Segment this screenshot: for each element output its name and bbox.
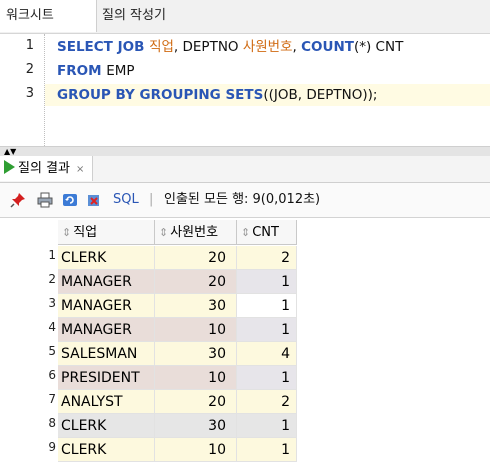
cell-job[interactable]: CLERK [58, 438, 155, 462]
line-number: 1 [25, 38, 34, 53]
sql-keyword: GROUP BY GROUPING SETS [57, 87, 264, 103]
fetch-status: 인출된 모든 행: 9(0,012초) [164, 192, 321, 207]
sql-editor[interactable]: 1 2 3 SELECT JOB 직업, DEPTNO 사원번호, COUNT(… [0, 34, 490, 146]
cell-cnt[interactable]: 4 [237, 342, 297, 366]
cell-cnt[interactable]: 1 [237, 294, 297, 318]
sort-icon[interactable]: ⇕ [159, 226, 168, 239]
code-line-2[interactable]: FROM EMP [57, 60, 135, 82]
row-number[interactable]: 9 [0, 438, 56, 462]
cell-job[interactable]: MANAGER [58, 270, 155, 294]
cell-deptno[interactable]: 10 [155, 318, 237, 342]
sql-text: EMP [106, 63, 135, 79]
toolbar-separator: | [149, 192, 154, 207]
table-row[interactable]: 2 MANAGER 20 1 [0, 270, 300, 294]
result-grid[interactable]: ⇕ 직업 ⇕ 사원번호 ⇕ CNT 1 CLERK 20 2 2 MANAGER 20 1 3 MANA… [0, 220, 490, 470]
sql-keyword: SELECT JOB [57, 39, 150, 55]
sql-keyword: FROM [57, 63, 107, 79]
cell-cnt[interactable]: 1 [237, 366, 297, 390]
code-line-1[interactable]: SELECT JOB 직업, DEPTNO 사원번호, COUNT(*) CNT [57, 36, 403, 58]
cell-job[interactable]: CLERK [58, 414, 155, 438]
result-tab-bar: 질의 결과 × [0, 156, 490, 183]
row-number[interactable]: 2 [0, 270, 56, 294]
sort-icon[interactable]: ⇕ [241, 226, 250, 239]
cell-cnt[interactable]: 1 [237, 438, 297, 462]
cell-deptno[interactable]: 30 [155, 294, 237, 318]
table-row[interactable]: 5 SALESMAN 30 4 [0, 342, 300, 366]
column-header-label: 직업 [73, 225, 98, 240]
row-number[interactable]: 6 [0, 366, 56, 390]
table-row[interactable]: 6 PRESIDENT 10 1 [0, 366, 300, 390]
splitter-arrows-icon[interactable]: ▲▼ [4, 147, 16, 156]
row-number[interactable]: 8 [0, 414, 56, 438]
cell-job[interactable]: SALESMAN [58, 342, 155, 366]
cell-deptno[interactable]: 20 [155, 270, 237, 294]
cell-cnt[interactable]: 2 [237, 390, 297, 414]
cell-cnt[interactable]: 1 [237, 270, 297, 294]
pin-icon[interactable] [10, 192, 26, 208]
row-number[interactable]: 4 [0, 318, 56, 342]
row-number[interactable]: 3 [0, 294, 56, 318]
sql-alias: 직업 [149, 39, 174, 55]
sort-icon[interactable]: ⇕ [62, 226, 71, 239]
sql-text: , [292, 39, 302, 55]
sql-text: ((JOB, DEPTNO)); [263, 87, 378, 103]
line-number: 3 [25, 86, 34, 101]
editor-tab-bar: 워크시트 질의 작성기 [0, 0, 490, 34]
cell-job[interactable]: MANAGER [58, 294, 155, 318]
tab-query-result[interactable]: 질의 결과 × [0, 156, 94, 181]
line-number-gutter: 1 2 3 [0, 34, 40, 146]
code-line-3[interactable]: GROUP BY GROUPING SETS((JOB, DEPTNO)); [45, 84, 490, 106]
table-row[interactable]: 7 ANALYST 20 2 [0, 390, 300, 414]
table-row[interactable]: 8 CLERK 30 1 [0, 414, 300, 438]
cell-deptno[interactable]: 10 [155, 438, 237, 462]
cell-deptno[interactable]: 20 [155, 390, 237, 414]
sql-alias: 사원번호 [242, 39, 293, 55]
cell-job[interactable]: CLERK [58, 246, 155, 270]
row-number[interactable]: 1 [0, 246, 56, 270]
export-icon[interactable] [86, 192, 102, 208]
column-header-deptno[interactable]: ⇕ 사원번호 [155, 220, 237, 245]
column-header-cnt[interactable]: ⇕ CNT [237, 220, 297, 245]
refresh-icon[interactable] [62, 192, 78, 208]
cell-cnt[interactable]: 1 [237, 318, 297, 342]
play-icon [4, 160, 15, 174]
print-icon[interactable] [37, 192, 53, 208]
cell-cnt[interactable]: 1 [237, 414, 297, 438]
column-header-job[interactable]: ⇕ 직업 [58, 220, 155, 245]
cell-deptno[interactable]: 10 [155, 366, 237, 390]
cell-deptno[interactable]: 30 [155, 342, 237, 366]
column-header-label: 사원번호 [170, 225, 219, 240]
table-row[interactable]: 9 CLERK 10 1 [0, 438, 300, 462]
cell-deptno[interactable]: 30 [155, 414, 237, 438]
close-icon[interactable]: × [76, 164, 84, 175]
table-row[interactable]: 4 MANAGER 10 1 [0, 318, 300, 342]
column-header-label: CNT [252, 225, 279, 240]
tab-worksheet[interactable]: 워크시트 [0, 0, 97, 32]
cell-deptno[interactable]: 20 [155, 246, 237, 270]
row-number-header [0, 220, 58, 245]
row-number[interactable]: 5 [0, 342, 56, 366]
table-row[interactable]: 3 MANAGER 30 1 [0, 294, 300, 318]
cell-job[interactable]: ANALYST [58, 390, 155, 414]
sql-keyword: COUNT [301, 39, 354, 55]
line-number: 2 [25, 62, 34, 77]
table-row[interactable]: 1 CLERK 20 2 [0, 246, 300, 270]
sql-text: , DEPTNO [173, 39, 243, 55]
cell-job[interactable]: MANAGER [58, 318, 155, 342]
tab-query-builder[interactable]: 질의 작성기 [102, 0, 166, 32]
row-number[interactable]: 7 [0, 390, 56, 414]
sql-link[interactable]: SQL [113, 183, 139, 217]
result-tab-label: 질의 결과 [18, 161, 70, 176]
sql-text: (*) CNT [353, 39, 404, 55]
result-toolbar: SQL | 인출된 모든 행: 9(0,012초) [0, 183, 490, 218]
cell-job[interactable]: PRESIDENT [58, 366, 155, 390]
cell-cnt[interactable]: 2 [237, 246, 297, 270]
